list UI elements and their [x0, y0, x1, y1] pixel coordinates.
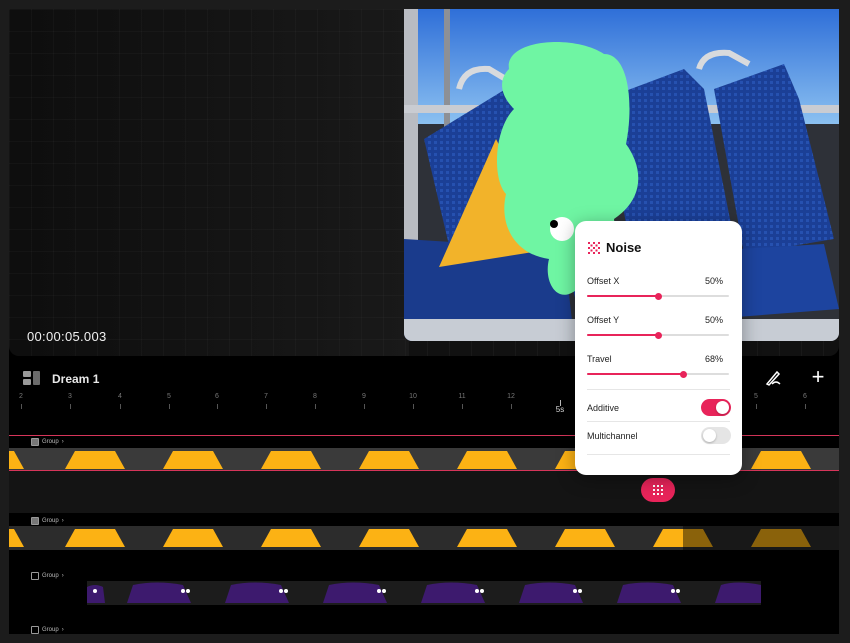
chevron-right-icon: ›	[61, 573, 64, 579]
offset-x-slider[interactable]	[587, 292, 729, 300]
travel-value: 68%	[704, 354, 723, 364]
track-name: Group	[42, 439, 59, 445]
ruler-tick: 3	[55, 393, 85, 409]
ruler-tick: 2	[9, 393, 36, 409]
noise-title: Noise	[606, 240, 642, 255]
track-label[interactable]: Group ›	[31, 517, 64, 525]
offset-y-value: 50%	[704, 315, 723, 325]
additive-toggle[interactable]	[701, 399, 731, 416]
ruler-tick: 5	[154, 393, 184, 409]
noise-panel-header: Noise	[588, 240, 641, 255]
divider	[587, 454, 730, 455]
travel-slider[interactable]	[587, 370, 729, 378]
chevron-right-icon: ›	[61, 439, 64, 445]
slider-knob[interactable]	[654, 292, 662, 300]
ruler-tick: 4	[105, 393, 135, 409]
ruler-tick: 6	[790, 393, 820, 409]
ruler-tick: 6	[202, 393, 232, 409]
slider-fill	[587, 295, 658, 297]
multichannel-toggle[interactable]	[701, 427, 731, 444]
travel-label: Travel	[587, 354, 612, 364]
track-checkbox[interactable]	[31, 626, 39, 634]
offset-x-label: Offset X	[587, 276, 620, 286]
chevron-right-icon: ›	[61, 627, 64, 633]
track-clips[interactable]	[9, 581, 839, 605]
slider-fill	[587, 334, 658, 336]
track-label[interactable]: Group ›	[31, 438, 64, 446]
slider-knob[interactable]	[654, 331, 662, 339]
out-of-range-overlay	[683, 513, 839, 634]
divider	[587, 389, 730, 390]
timeline-view-icon[interactable]	[23, 371, 40, 385]
track-checkbox[interactable]	[31, 438, 39, 446]
ruler-tick: 5	[741, 393, 771, 409]
app-window: 00:00:05.003 Dream 1 + 2 3 4 5 6 7 8 9 1…	[9, 9, 839, 634]
timeline-title: Dream 1	[52, 372, 100, 386]
slider-fill	[587, 373, 684, 375]
offset-y-label: Offset Y	[587, 315, 620, 325]
multichannel-label: Multichannel	[587, 431, 638, 441]
toggle-knob	[703, 429, 716, 442]
pen-icon[interactable]	[764, 369, 782, 387]
noise-panel: Noise Offset X 50% Offset Y 50% Travel 6…	[575, 221, 742, 475]
ruler-tick-major: 5s	[545, 400, 575, 414]
ruler-tick: 9	[349, 393, 379, 409]
timecode: 00:00:05.003	[27, 329, 107, 344]
offset-y-slider[interactable]	[587, 331, 729, 339]
chevron-right-icon: ›	[61, 518, 64, 524]
track-name: Group	[42, 627, 59, 633]
toggle-knob	[716, 401, 729, 414]
track-name: Group	[42, 573, 59, 579]
ruler-tick: 8	[300, 393, 330, 409]
noise-effect-badge[interactable]	[641, 478, 675, 502]
ruler-tick: 10	[398, 393, 428, 409]
slider-knob[interactable]	[680, 370, 688, 378]
track-name: Group	[42, 518, 59, 524]
plus-icon[interactable]: +	[809, 366, 827, 388]
preview-fade	[9, 9, 409, 356]
ruler-tick: 7	[251, 393, 281, 409]
track-gap	[9, 471, 839, 513]
track-label[interactable]: Group ›	[31, 626, 64, 634]
ruler-tick: 11	[447, 393, 477, 409]
track-checkbox[interactable]	[31, 517, 39, 525]
noise-icon	[588, 241, 600, 254]
additive-label: Additive	[587, 403, 620, 413]
ruler-tick: 12	[496, 393, 526, 409]
app-frame: 00:00:05.003 Dream 1 + 2 3 4 5 6 7 8 9 1…	[0, 0, 850, 643]
track-checkbox[interactable]	[31, 572, 39, 580]
track-label[interactable]: Group ›	[31, 572, 64, 580]
divider	[587, 421, 730, 422]
offset-x-value: 50%	[704, 276, 723, 286]
